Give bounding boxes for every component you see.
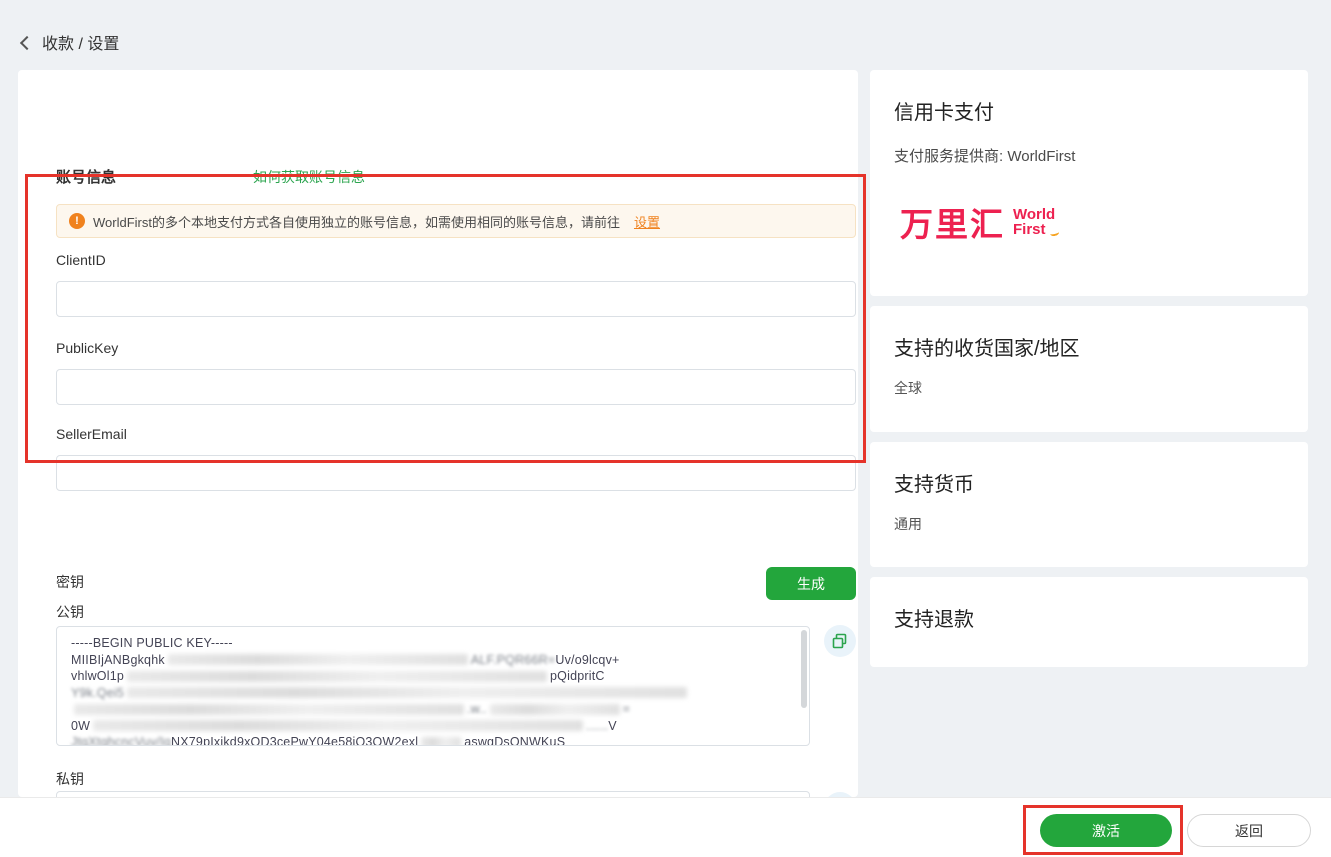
pubkey-line: 0W [71, 718, 90, 735]
redacted-segment [127, 687, 687, 698]
card-title: 支持的收货国家/地区 [894, 332, 1080, 361]
redacted-segment [74, 704, 464, 715]
logo-word-world: World [1013, 207, 1055, 222]
return-button[interactable]: 返回 [1187, 814, 1311, 847]
selleremail-input[interactable] [56, 455, 856, 491]
card-title: 信用卡支付 [894, 96, 994, 125]
card-value: 通用 [894, 514, 922, 534]
supported-currency-card: 支持货币 通用 [870, 442, 1308, 567]
warning-icon: ! [69, 213, 85, 229]
breadcrumb-label[interactable]: 收款 / 设置 [42, 30, 119, 54]
back-chevron-icon[interactable] [20, 35, 34, 49]
warning-settings-link[interactable]: 设置 [634, 212, 660, 231]
pubkey-line: Uv/o9lcqv+ [555, 652, 619, 669]
publickey-label: PublicKey [56, 340, 118, 356]
activate-button[interactable]: 激活 [1040, 814, 1172, 847]
credit-card-payment-card: 信用卡支付 支付服务提供商: WorldFirst 万里汇 World Firs… [870, 70, 1308, 296]
copy-icon [832, 633, 848, 649]
logo-orange-swash [1050, 229, 1060, 237]
card-title: 支持退款 [894, 603, 974, 632]
how-to-get-account-info-link[interactable]: 如何获取账号信息 [253, 167, 365, 187]
worldfirst-warning-banner: ! WorldFirst的多个本地支付方式各自使用独立的账号信息，如需使用相同的… [56, 204, 856, 238]
publickey-input[interactable] [56, 369, 856, 405]
supports-refund-card: 支持退款 [870, 577, 1308, 667]
logo-word-first: First [1013, 222, 1055, 237]
pubkey-line: ALF.PQR66R= [471, 652, 556, 669]
pubkey-line: NX79pIxikd9xOD3cePwY04e58iQ3OW2exl [171, 734, 418, 746]
pubkey-line: aswqDsONWKuS [464, 734, 565, 746]
pubkey-line: = [623, 701, 631, 718]
pubkey-line: MIIBIjANBgkqhk [71, 652, 165, 669]
payment-provider-text: 支付服务提供商: WorldFirst [894, 145, 1075, 166]
public-key-textarea[interactable]: -----BEGIN PUBLIC KEY----- MIIBIjANBgkqh… [56, 626, 810, 746]
pubkey-line: vhlwOl1p [71, 668, 124, 685]
redacted-segment [490, 704, 620, 715]
secret-key-section-label: 密钥 [56, 572, 84, 592]
pubkey-line: JtqXtqhcncVuv/Iq [71, 734, 171, 746]
redacted-segment [127, 671, 547, 682]
worldfirst-logo: 万里汇 World First [900, 198, 1055, 246]
clientid-input[interactable] [56, 281, 856, 317]
page: 收款 / 设置 账号信息 如何获取账号信息 ! WorldFirst的多个本地支… [0, 0, 1331, 857]
supported-countries-card: 支持的收货国家/地区 全球 [870, 306, 1308, 432]
card-value: 全球 [894, 378, 922, 398]
pubkey-line: Y9k.Qei5 [71, 685, 124, 702]
copy-public-key-button[interactable] [824, 625, 856, 657]
redacted-segment [421, 737, 461, 746]
pubkey-line: -----BEGIN PUBLIC KEY----- [71, 635, 233, 652]
breadcrumb: 收款 / 设置 [22, 30, 119, 54]
card-title: 支持货币 [894, 468, 974, 497]
clientid-label: ClientID [56, 252, 106, 268]
redacted-segment [93, 720, 583, 731]
worldfirst-logo-en: World First [1013, 207, 1055, 237]
pubkey-line: .w.. [467, 701, 487, 718]
pubkey-line: V [608, 718, 617, 735]
generate-button[interactable]: 生成 [766, 567, 856, 600]
pubkey-line: ...... [586, 718, 608, 735]
selleremail-label: SellerEmail [56, 426, 127, 442]
private-key-label: 私钥 [56, 769, 84, 789]
textarea-scrollbar[interactable] [801, 630, 807, 708]
account-info-title: 账号信息 [56, 166, 116, 187]
public-key-label: 公钥 [56, 602, 84, 622]
worldfirst-logo-cn: 万里汇 [900, 198, 1005, 246]
redacted-segment [168, 654, 468, 665]
pubkey-line: pQidpritC [550, 668, 605, 685]
account-settings-card: 账号信息 如何获取账号信息 ! WorldFirst的多个本地支付方式各自使用独… [18, 70, 858, 797]
warning-text: WorldFirst的多个本地支付方式各自使用独立的账号信息，如需使用相同的账号… [93, 212, 620, 231]
